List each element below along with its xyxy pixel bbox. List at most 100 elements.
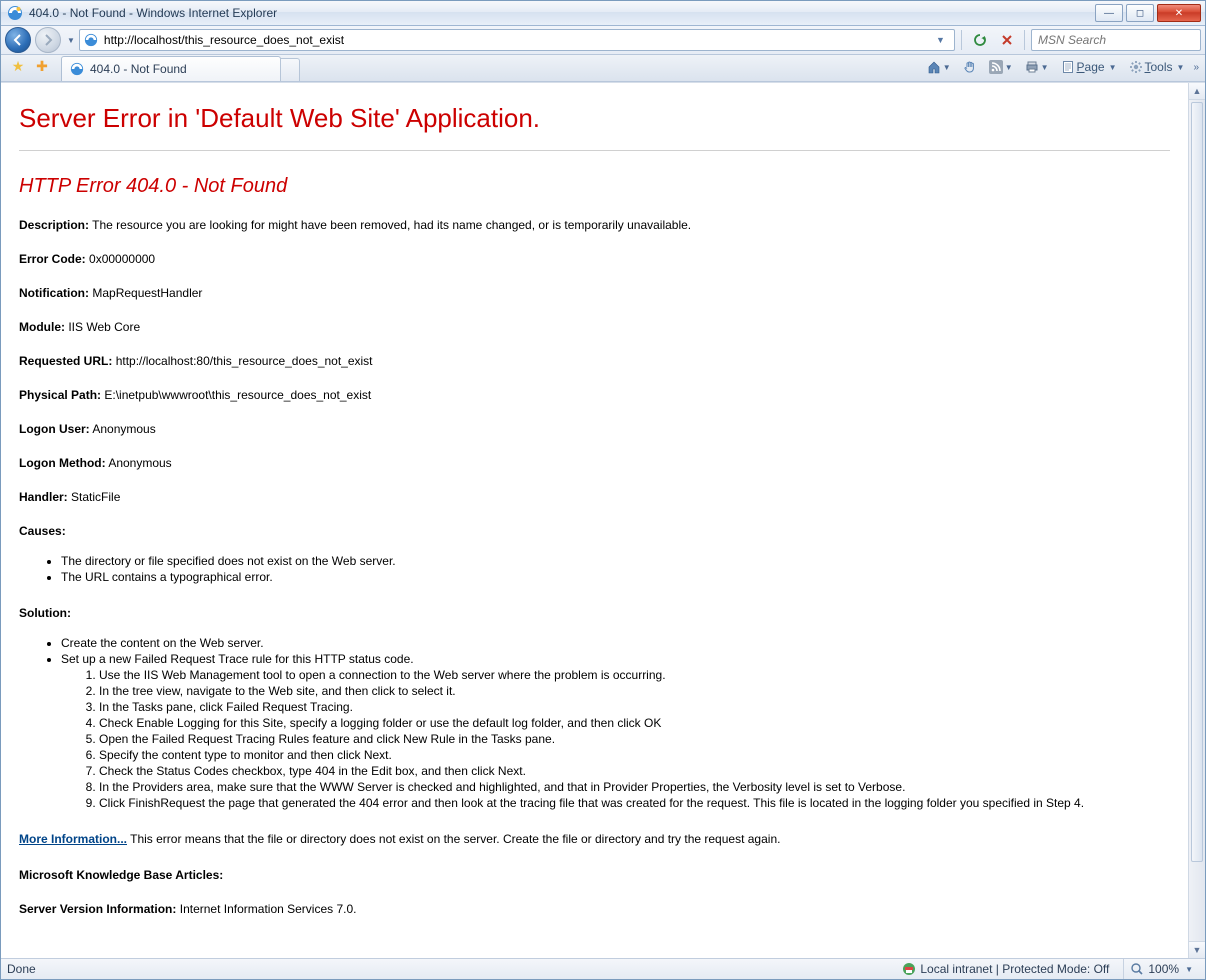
chevron-down-icon: ▼	[1005, 63, 1013, 72]
navigation-bar: ▼ ▼ ▼	[1, 26, 1205, 55]
print-icon	[1025, 60, 1039, 74]
field-logon-method: Logon Method: Anonymous	[19, 456, 1170, 470]
list-item-text: Set up a new Failed Request Trace rule f…	[61, 652, 414, 666]
back-button[interactable]	[5, 27, 31, 53]
chevron-down-icon: ▼	[1177, 63, 1185, 72]
more-info-text: This error means that the file or direct…	[130, 832, 780, 846]
close-button[interactable]: ✕	[1157, 4, 1201, 22]
add-favorite-button[interactable]: ✚	[31, 55, 53, 77]
field-physical-path: Physical Path: E:\inetpub\wwwroot\this_r…	[19, 388, 1170, 402]
scroll-down-button[interactable]: ▼	[1189, 941, 1205, 958]
gear-icon	[1129, 60, 1143, 74]
tools-menu-label: Tools	[1143, 60, 1175, 74]
field-error-code: Error Code: 0x00000000	[19, 252, 1170, 266]
server-version-info: Server Version Information: Internet Inf…	[19, 902, 1170, 916]
minimize-button[interactable]: —	[1095, 4, 1123, 22]
window-title: 404.0 - Not Found - Windows Internet Exp…	[29, 6, 1095, 20]
address-dropdown[interactable]: ▼	[936, 35, 950, 45]
server-error-heading: Server Error in 'Default Web Site' Appli…	[19, 103, 1170, 134]
field-notification: Notification: MapRequestHandler	[19, 286, 1170, 300]
list-item: The directory or file specified does not…	[61, 554, 1170, 568]
url-input[interactable]	[102, 32, 932, 48]
more-commands-button[interactable]: »	[1193, 62, 1199, 73]
http-error-heading: HTTP Error 404.0 - Not Found	[19, 175, 1170, 198]
chevron-down-icon: ▼	[1041, 63, 1049, 72]
list-item: In the tree view, navigate to the Web si…	[99, 684, 1170, 698]
list-item: The URL contains a typographical error.	[61, 570, 1170, 584]
page-menu-label: Page	[1075, 60, 1107, 74]
zoom-control[interactable]: 100% ▼	[1123, 959, 1199, 979]
address-bar[interactable]: ▼	[79, 29, 955, 51]
list-item: Click FinishRequest the page that genera…	[99, 796, 1170, 810]
titlebar: 404.0 - Not Found - Windows Internet Exp…	[1, 1, 1205, 26]
chevron-down-icon: ▼	[1185, 965, 1193, 974]
home-icon	[927, 60, 941, 74]
list-item: Open the Failed Request Tracing Rules fe…	[99, 732, 1170, 746]
scroll-thumb[interactable]	[1191, 102, 1203, 862]
list-item: In the Tasks pane, click Failed Request …	[99, 700, 1170, 714]
recent-pages-dropdown[interactable]: ▼	[67, 36, 75, 45]
causes-heading: Causes:	[19, 524, 1170, 538]
page-content: Server Error in 'Default Web Site' Appli…	[1, 83, 1188, 958]
refresh-button[interactable]	[968, 29, 992, 51]
status-text: Done	[7, 962, 36, 976]
maximize-button[interactable]: ◻	[1126, 4, 1154, 22]
search-box[interactable]: ▼	[1031, 29, 1201, 51]
field-handler: Handler: StaticFile	[19, 490, 1170, 504]
print-button[interactable]: ▼	[1020, 56, 1054, 78]
solution-steps: Use the IIS Web Management tool to open …	[61, 668, 1170, 810]
command-bar: ★ ✚ 404.0 - Not Found ▼ ▼ ▼	[1, 55, 1205, 82]
page-icon	[1061, 60, 1075, 74]
list-item: Set up a new Failed Request Trace rule f…	[61, 652, 1170, 810]
list-item: In the Providers area, make sure that th…	[99, 780, 1170, 794]
arrow-left-icon	[12, 34, 24, 46]
rss-icon	[989, 60, 1003, 74]
arrow-right-icon	[42, 34, 54, 46]
solution-heading: Solution:	[19, 606, 1170, 620]
hand-button[interactable]	[958, 56, 982, 78]
list-item: Check Enable Logging for this Site, spec…	[99, 716, 1170, 730]
scroll-up-button[interactable]: ▲	[1189, 83, 1205, 100]
list-item: Use the IIS Web Management tool to open …	[99, 668, 1170, 682]
vertical-scrollbar[interactable]: ▲ ▼	[1188, 83, 1205, 958]
forward-button[interactable]	[35, 27, 61, 53]
refresh-icon	[973, 33, 987, 47]
tab-strip: 404.0 - Not Found	[61, 56, 922, 81]
list-item: Specify the content type to monitor and …	[99, 748, 1170, 762]
separator	[1024, 30, 1025, 50]
solution-list: Create the content on the Web server. Se…	[19, 636, 1170, 810]
tab-active[interactable]: 404.0 - Not Found	[61, 56, 281, 81]
kb-heading: Microsoft Knowledge Base Articles:	[19, 868, 1170, 882]
causes-list: The directory or file specified does not…	[19, 554, 1170, 584]
stop-icon	[1001, 34, 1013, 46]
scroll-track[interactable]	[1189, 100, 1205, 941]
stop-button[interactable]	[996, 29, 1018, 51]
separator	[961, 30, 962, 50]
ie-icon	[70, 62, 84, 76]
zoom-icon	[1130, 962, 1144, 976]
window-buttons: — ◻ ✕	[1095, 4, 1201, 22]
zone-text: Local intranet | Protected Mode: Off	[920, 962, 1109, 976]
chevron-down-icon: ▼	[943, 63, 951, 72]
viewport: Server Error in 'Default Web Site' Appli…	[1, 82, 1205, 958]
command-buttons: ▼ ▼ ▼ Page ▼ Tools ▼ »	[922, 56, 1199, 78]
zoom-value: 100%	[1148, 962, 1179, 976]
favorites-button[interactable]: ★	[7, 55, 29, 77]
list-item: Check the Status Codes checkbox, type 40…	[99, 764, 1170, 778]
ie-icon	[7, 5, 23, 21]
feeds-button[interactable]: ▼	[984, 56, 1018, 78]
page-menu-button[interactable]: Page ▼	[1056, 56, 1122, 78]
tools-menu-button[interactable]: Tools ▼	[1124, 56, 1190, 78]
status-bar: Done Local intranet | Protected Mode: Of…	[1, 958, 1205, 979]
home-button[interactable]: ▼	[922, 56, 956, 78]
more-info-link[interactable]: More Information...	[19, 832, 127, 846]
field-description: Description: The resource you are lookin…	[19, 218, 1170, 232]
zone-icon	[902, 962, 916, 976]
browser-window: 404.0 - Not Found - Windows Internet Exp…	[0, 0, 1206, 980]
security-zone[interactable]: Local intranet | Protected Mode: Off	[896, 959, 1115, 979]
new-tab-button[interactable]	[280, 58, 300, 81]
field-module: Module: IIS Web Core	[19, 320, 1170, 334]
hand-icon	[963, 60, 977, 74]
search-input[interactable]	[1036, 32, 1197, 48]
field-requested-url: Requested URL: http://localhost:80/this_…	[19, 354, 1170, 368]
